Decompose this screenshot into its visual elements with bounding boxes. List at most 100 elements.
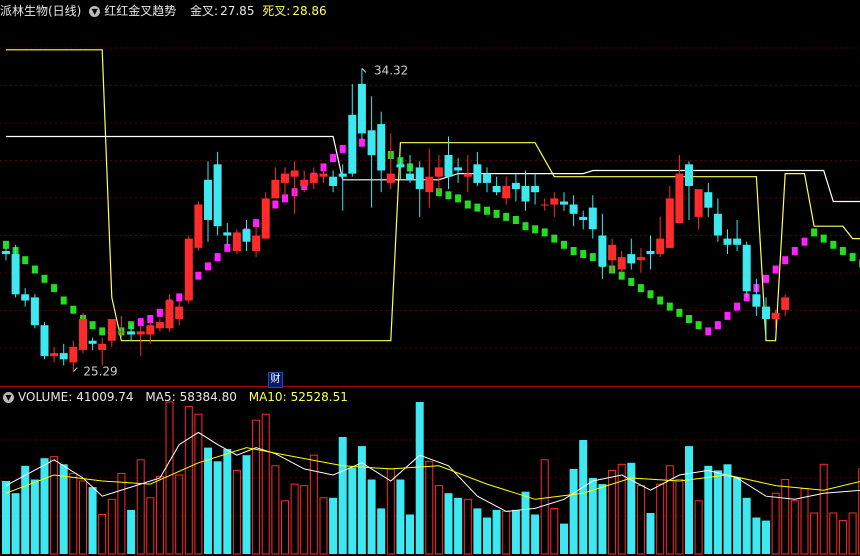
candle-body xyxy=(540,204,549,206)
ma10-label: MA10: xyxy=(248,390,287,404)
candle-body xyxy=(665,198,674,248)
volume-bar xyxy=(415,402,424,554)
trend-dot xyxy=(176,293,183,302)
volume-bar xyxy=(155,476,164,555)
trend-dot xyxy=(666,302,673,311)
trend-dot xyxy=(791,247,798,255)
candle-body xyxy=(155,322,164,329)
trend-dot xyxy=(676,308,683,317)
candle-body xyxy=(165,300,174,329)
trend-dot xyxy=(532,225,539,234)
trend-dot xyxy=(714,321,721,330)
candle-body xyxy=(646,251,655,255)
candle-body xyxy=(415,167,424,190)
trend-dot xyxy=(647,290,654,299)
trend-dot xyxy=(570,247,577,255)
trend-dot xyxy=(358,138,365,147)
finance-report-marker[interactable]: 财 xyxy=(268,372,283,388)
trend-dot xyxy=(686,315,692,323)
candle-body xyxy=(550,198,559,205)
candle-body xyxy=(617,257,626,270)
candle-body xyxy=(271,179,280,199)
volume-bar xyxy=(194,413,203,555)
volume-bar xyxy=(204,447,212,554)
candle-body xyxy=(675,173,684,224)
volume-bar xyxy=(223,449,232,554)
volume-bar xyxy=(146,497,155,555)
golden-label: 金叉: xyxy=(190,4,219,18)
candle-body xyxy=(560,201,568,205)
chevron-down-icon[interactable]: ▼ xyxy=(3,392,14,403)
trend-dot xyxy=(3,240,9,249)
candle-body xyxy=(425,176,434,193)
candle-body xyxy=(473,164,482,183)
indicator-name[interactable]: 红红金叉趋势 xyxy=(104,4,176,18)
volume-bar xyxy=(69,472,78,555)
golden-value: 27.85 xyxy=(220,4,255,18)
candle-body xyxy=(2,251,10,255)
volume-bar xyxy=(377,508,386,554)
candle-body xyxy=(656,238,665,255)
candle-body xyxy=(194,204,203,248)
trend-dot xyxy=(695,321,702,330)
candle-body xyxy=(636,257,645,261)
volume-bar xyxy=(502,510,511,555)
volume-bar xyxy=(319,497,328,555)
volume-bar xyxy=(569,468,578,554)
trend-dot xyxy=(330,154,337,163)
volume-bar xyxy=(483,517,491,554)
volume-bar xyxy=(338,437,347,554)
volume-bar xyxy=(560,523,568,554)
trend-dot xyxy=(31,265,38,274)
candle-body xyxy=(406,173,414,180)
volume-bar xyxy=(790,500,799,555)
candle-body xyxy=(21,294,30,301)
trend-dot xyxy=(22,256,29,265)
volume-bar xyxy=(79,480,87,555)
candle-body xyxy=(483,173,491,183)
chevron-down-icon[interactable]: ▼ xyxy=(89,6,101,17)
volume-bar xyxy=(348,467,357,554)
candle-body xyxy=(579,216,588,220)
candle-body xyxy=(531,186,540,193)
max-price-label: 34.32 xyxy=(374,63,408,77)
trend-dot xyxy=(484,206,490,215)
candle-body xyxy=(319,173,328,177)
candle-body xyxy=(107,319,116,341)
volume-bar xyxy=(117,472,126,555)
volume-bar xyxy=(454,497,463,554)
candle-body xyxy=(781,297,790,310)
volume-bar xyxy=(838,520,847,555)
volume-bar xyxy=(511,509,520,554)
trend-dot xyxy=(253,219,260,228)
trend-dot xyxy=(839,247,846,255)
volume-bar xyxy=(463,498,472,555)
trend-dot xyxy=(561,240,567,249)
volume-bar xyxy=(50,456,59,555)
volume-bar xyxy=(329,497,338,554)
volume-bar xyxy=(848,512,857,555)
trend-dot xyxy=(99,327,106,336)
stock-title[interactable]: 派林生物(日线) xyxy=(0,4,81,18)
candle-body xyxy=(742,244,751,292)
candle-body xyxy=(713,213,722,236)
candle-body xyxy=(434,167,443,177)
trend-dot xyxy=(772,265,779,274)
volume-bar xyxy=(406,514,414,554)
volume-bar xyxy=(771,492,780,555)
volume-bar xyxy=(300,485,309,555)
candle-body xyxy=(136,331,145,335)
volume-bar xyxy=(11,493,20,554)
trend-dot xyxy=(60,296,67,305)
volume-bar xyxy=(184,406,193,555)
volume-bar xyxy=(810,512,819,555)
candle-body xyxy=(175,306,184,319)
volume-bar xyxy=(636,485,645,555)
volume-bar xyxy=(521,491,530,554)
trend-dot xyxy=(551,234,558,243)
trend-dot xyxy=(147,315,154,323)
candle-body xyxy=(69,346,78,363)
volume-bar xyxy=(290,483,299,555)
volume-bar xyxy=(742,497,751,554)
candle-body xyxy=(723,238,732,245)
